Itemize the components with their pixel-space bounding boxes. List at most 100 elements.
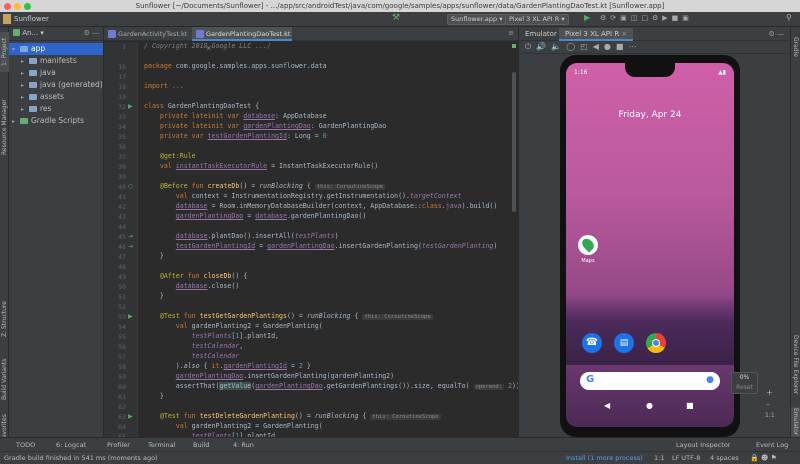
- tree-item-manifests[interactable]: ▸ manifests: [9, 55, 103, 67]
- run-icon[interactable]: ▶: [584, 13, 590, 22]
- folder-icon: [3, 14, 11, 24]
- emulator-controls[interactable]: ⏻🔊🔈◯◰◀●■⋯: [525, 42, 641, 52]
- tab-device[interactable]: Pixel 3 XL API R ×: [559, 28, 634, 41]
- folder-icon: [29, 69, 37, 76]
- project-view-select[interactable]: An...: [22, 29, 38, 37]
- notch: [625, 63, 675, 77]
- tab-build[interactable]: Build: [193, 438, 209, 452]
- tab-terminal[interactable]: Terminal: [148, 438, 175, 452]
- tab-resource-manager[interactable]: Resource Manager: [0, 97, 9, 157]
- tab-profiler[interactable]: Profiler: [107, 438, 130, 452]
- messages-app-icon[interactable]: ▤: [614, 333, 634, 353]
- line-number: 49: [118, 273, 126, 281]
- gear-icon[interactable]: ⚙ —: [768, 27, 784, 41]
- gutter-marker-icon[interactable]: ⇥: [128, 243, 134, 250]
- tree-item-res[interactable]: ▸ res: [9, 103, 103, 115]
- tab-gradle[interactable]: Gradle: [791, 32, 800, 62]
- module-folder-icon: [20, 45, 28, 52]
- zoom-ratio-button[interactable]: 1:1: [765, 412, 775, 419]
- back-button[interactable]: ◀: [604, 401, 610, 410]
- folder-icon: [29, 81, 37, 88]
- tab-structure[interactable]: Z: Structure: [0, 297, 9, 342]
- gear-icon[interactable]: ⚙ —: [83, 27, 99, 40]
- tab-layout-inspector[interactable]: Layout Inspector: [676, 438, 730, 452]
- minimize-window-button[interactable]: [14, 3, 21, 10]
- recents-button[interactable]: ■: [686, 401, 694, 410]
- tab-logcat[interactable]: 6: Logcat: [56, 438, 86, 452]
- wallpaper-hills: [566, 295, 734, 365]
- zoom-out-button[interactable]: –: [766, 400, 770, 409]
- gutter-marker-icon[interactable]: ○: [128, 183, 134, 190]
- status-clock: 1:16: [574, 69, 588, 76]
- zoom-window-button[interactable]: [24, 3, 31, 10]
- line-number: 50: [118, 283, 126, 291]
- status-message[interactable]: Gradle build finished in 541 ms (moments…: [4, 452, 158, 464]
- line-number: 55: [118, 333, 126, 341]
- chrome-app-icon[interactable]: [646, 333, 666, 353]
- editor-scrollbar[interactable]: [510, 42, 518, 437]
- tree-item-gradle-scripts[interactable]: ▸ Gradle Scripts: [9, 115, 103, 127]
- scrollbar-thumb[interactable]: [512, 72, 516, 212]
- line-separator-encoding[interactable]: LF UTF-8: [672, 452, 700, 464]
- tab-todo[interactable]: TODO: [16, 438, 35, 452]
- code-area[interactable]: / Copyright 2018 Google LLC .../ package…: [140, 42, 518, 437]
- run-test-icon[interactable]: ▶: [128, 103, 134, 110]
- toolbar-action-icons[interactable]: ⚙⟳▣◫□⚙▶■▣: [600, 14, 750, 25]
- line-number: 32: [118, 103, 126, 111]
- gutter-marker-icon[interactable]: ⇥: [128, 233, 134, 240]
- tab-emulator[interactable]: Emulator: [791, 407, 800, 437]
- close-icon[interactable]: ×: [621, 30, 627, 38]
- phone-screen[interactable]: 1:16 ▲▮ Friday, Apr 24 Maps ☎ ▤ G ● ◀ ● …: [566, 63, 734, 427]
- zoom-in-button[interactable]: +: [766, 388, 773, 397]
- tree-item-java-generated[interactable]: ▸ java (generated): [9, 79, 103, 91]
- indent-setting[interactable]: 4 spaces: [710, 452, 739, 464]
- run-configuration-select[interactable]: Sunflower.app ▾: [447, 14, 507, 25]
- tab-build-variants[interactable]: Build Variants: [0, 357, 9, 402]
- line-number: 48: [118, 263, 126, 271]
- phone-app-icon[interactable]: ☎: [582, 333, 602, 353]
- emulator-title: Emulator: [525, 30, 557, 38]
- window-title: Sunflower [~/Documents/Sunflower] - .../…: [135, 2, 665, 10]
- line-number: 60: [118, 383, 126, 391]
- maps-app-icon[interactable]: [578, 235, 598, 255]
- tree-item-java[interactable]: ▸ java: [9, 67, 103, 79]
- close-window-button[interactable]: [4, 3, 11, 10]
- project-name[interactable]: Sunflower: [14, 12, 49, 27]
- zoom-popup: 0% Reset: [731, 372, 758, 394]
- zoom-reset-button[interactable]: Reset: [732, 383, 757, 393]
- run-test-icon[interactable]: ▶: [128, 313, 134, 320]
- line-number-gutter: 1 16 17 18 19 32 33 34 35 36 37 38 39 40 41 42 43 44 45 46 4…: [104, 42, 138, 441]
- microphone-icon[interactable]: ●: [706, 375, 714, 385]
- line-number: 46: [118, 243, 126, 251]
- tab-event-log[interactable]: Event Log: [756, 438, 788, 452]
- bottom-tool-tabs: TODO 6: Logcat Profiler Terminal Build 4…: [0, 437, 800, 451]
- tab-garden-planting-dao-test[interactable]: GardenPlantingDaoTest.kt ×: [192, 27, 292, 52]
- emulator-header: Emulator Pixel 3 XL API R × ⚙ —: [519, 27, 790, 41]
- tab-garden-activity-test[interactable]: GardenActivityTest.kt ×: [104, 27, 190, 52]
- emulator-toolbar: ⏻🔊🔈◯◰◀●■⋯: [519, 41, 790, 54]
- line-number: 33: [118, 113, 126, 121]
- kotlin-file-icon: [196, 30, 204, 38]
- line-number: 64: [118, 423, 126, 431]
- zoom-level: 0%: [739, 374, 750, 381]
- run-test-icon[interactable]: ▶: [128, 413, 134, 420]
- line-number: 38: [118, 163, 126, 171]
- status-icons[interactable]: 🔒 ☻ ⚑: [750, 452, 777, 464]
- more-tabs-icon[interactable]: ≡: [508, 29, 514, 37]
- tab-device-file-explorer[interactable]: Device File Explorer: [791, 327, 800, 402]
- tree-item-assets[interactable]: ▸ assets: [9, 91, 103, 103]
- caret-position[interactable]: 1:1: [654, 452, 664, 464]
- line-number: 37: [118, 153, 126, 161]
- tree-item-app[interactable]: ▾ app: [9, 43, 103, 55]
- device-select[interactable]: Pixel 3 XL API R ▾: [505, 14, 569, 25]
- search-icon[interactable]: ⚲: [786, 13, 792, 22]
- line-number: 44: [118, 223, 126, 231]
- google-search-bar[interactable]: G ●: [580, 372, 720, 390]
- line-number: 47: [118, 253, 126, 261]
- google-logo-icon: G: [586, 374, 595, 385]
- background-tasks-link[interactable]: Install (1 more process): [566, 452, 643, 464]
- tab-project[interactable]: 1: Project: [0, 32, 9, 72]
- make-project-button[interactable]: ⚒: [392, 13, 422, 25]
- tab-run[interactable]: 4: Run: [233, 438, 254, 452]
- home-button[interactable]: ●: [646, 401, 653, 410]
